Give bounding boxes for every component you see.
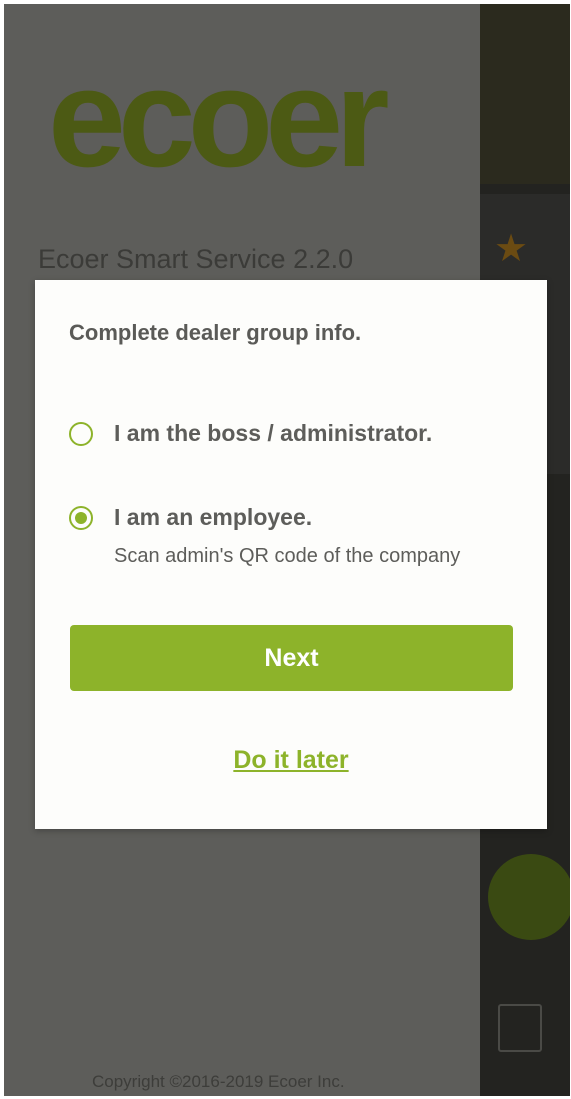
option-employee-sublabel: Scan admin's QR code of the company <box>114 545 461 567</box>
app-version-label: Ecoer Smart Service 2.2.0 <box>38 244 354 274</box>
do-it-later-link[interactable]: Do it later <box>35 746 547 775</box>
option-boss-administrator[interactable]: I am the boss / administrator. <box>69 420 432 447</box>
dealer-group-dialog: Complete dealer group info. I am the bos… <box>35 280 547 829</box>
svg-text:ecoer: ecoer <box>48 64 388 179</box>
background-box-icon <box>498 1004 542 1052</box>
next-button[interactable]: Next <box>70 625 513 691</box>
screen: ecoer Ecoer Smart Service 2.2.0 Copyrigh… <box>4 4 570 1096</box>
radio-unselected-icon[interactable] <box>69 421 93 446</box>
radio-selected-icon[interactable] <box>69 505 93 530</box>
dialog-title: Complete dealer group info. <box>69 320 362 345</box>
option-employee[interactable]: I am an employee. <box>69 504 312 531</box>
background-circle-icon <box>488 854 570 940</box>
option-boss-label: I am the boss / administrator. <box>114 420 433 446</box>
copyright-text: Copyright ©2016-2019 Ecoer Inc. <box>92 1072 345 1091</box>
ecoer-logo: ecoer <box>48 64 396 179</box>
radio-dot <box>75 511 87 524</box>
star-icon: ★ <box>494 228 529 270</box>
option-employee-label: I am an employee. <box>114 504 313 530</box>
background-header <box>480 4 570 184</box>
